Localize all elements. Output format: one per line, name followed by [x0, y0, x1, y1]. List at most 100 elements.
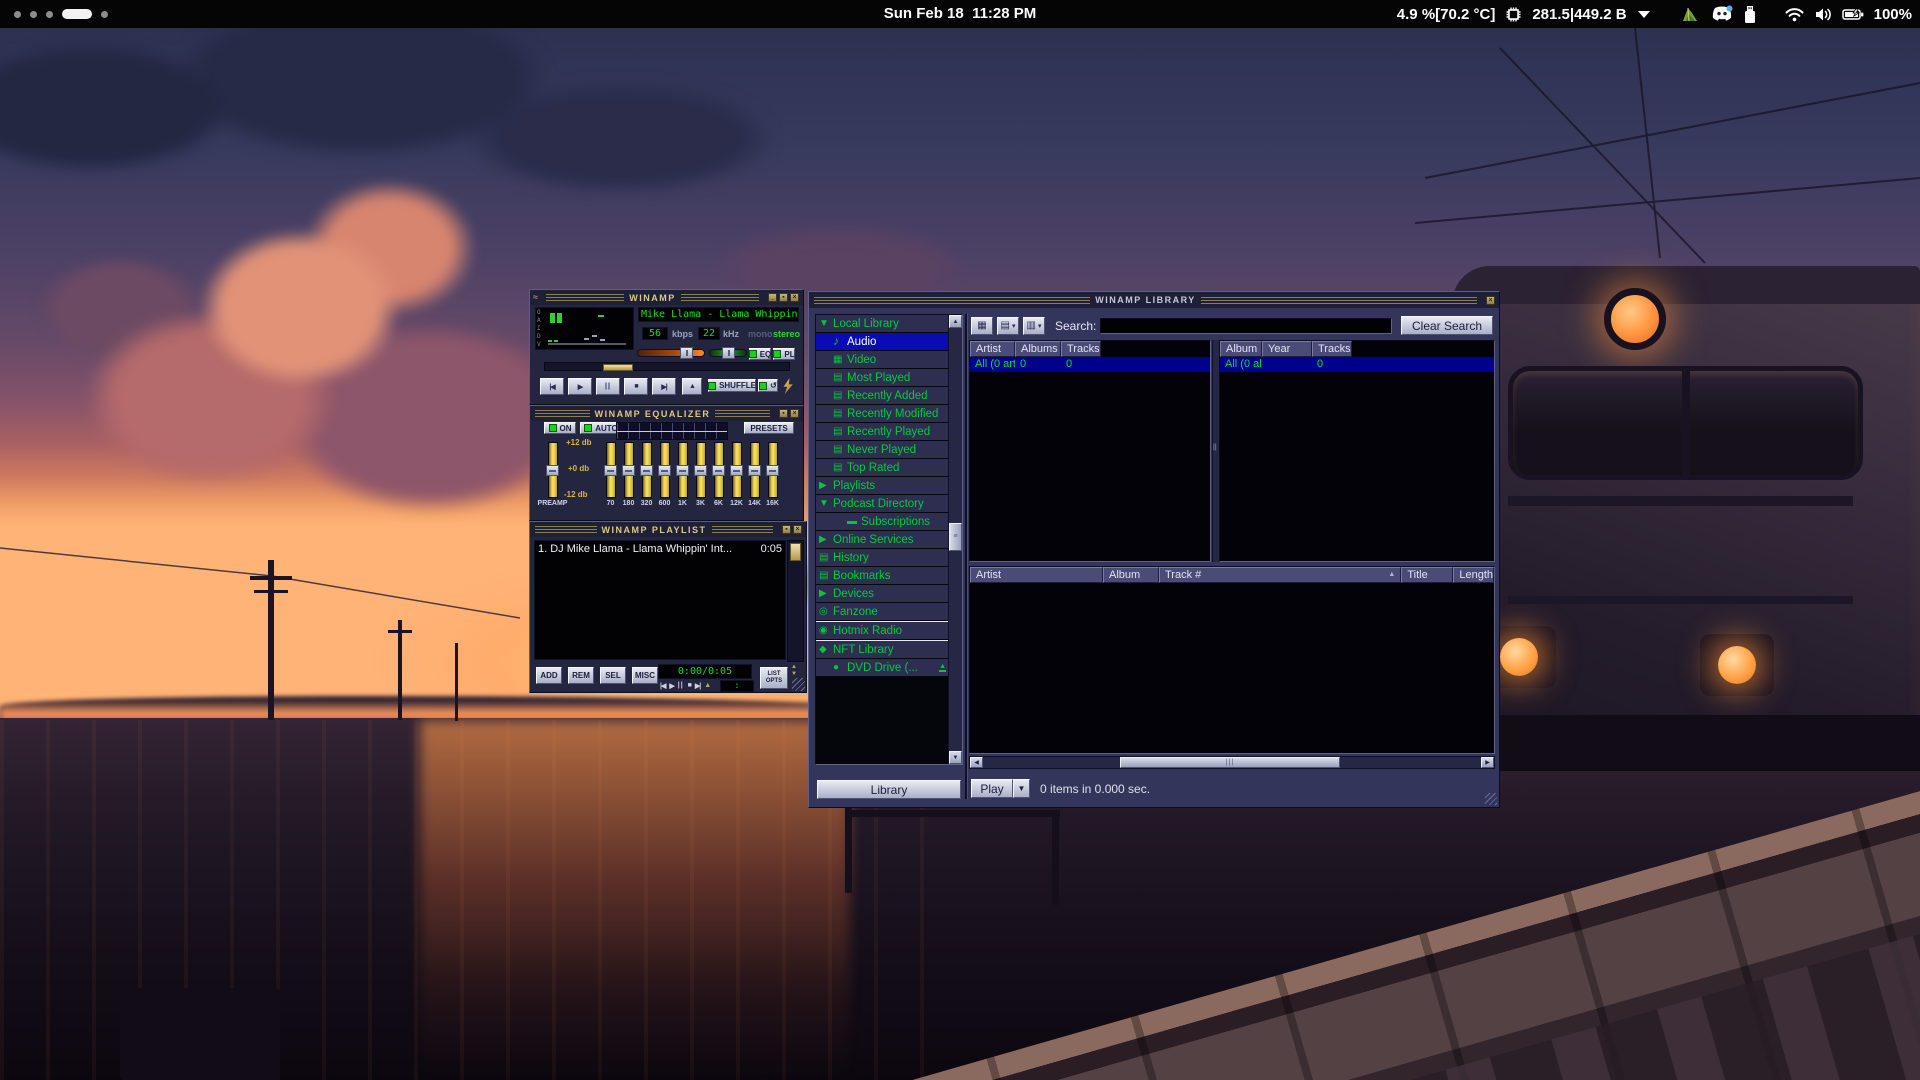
column-header[interactable]: Artist [970, 567, 1103, 583]
shade-button[interactable]: ▪ [779, 293, 788, 302]
tree-scroll-thumb[interactable]: ≡ [949, 523, 962, 551]
close-button[interactable]: × [790, 409, 799, 418]
preamp-thumb[interactable] [546, 465, 559, 476]
equalizer-titlebar[interactable]: WINAMP EQUALIZER ▪ × [530, 406, 803, 421]
playlist-scroll-arrows[interactable]: ▲▼ [791, 664, 797, 677]
eq-band-thumb[interactable] [604, 465, 617, 476]
cpu-usage-text[interactable]: 4.9 %[70.2 °C] [1397, 6, 1496, 23]
play-dropdown-button[interactable]: ▼ [1013, 779, 1030, 798]
eq-band-slider[interactable]: 600 [658, 442, 671, 507]
eq-band-thumb[interactable] [640, 465, 653, 476]
tree-item[interactable]: Fanzone ▲ [816, 603, 949, 621]
toolbar-view-button[interactable] [971, 317, 993, 335]
scroll-up-button[interactable]: ▲ [949, 315, 962, 328]
eq-band-slider[interactable]: 14K [748, 442, 761, 507]
playlist-action-button[interactable]: SEL [600, 667, 626, 684]
minimize-button[interactable]: _ [768, 293, 777, 302]
shuffle-button[interactable]: SHUFFLE [708, 379, 756, 392]
shade-button[interactable]: ▪ [782, 525, 791, 534]
tree-item[interactable]: Devices ▲ [816, 585, 949, 603]
previous-button[interactable] [540, 378, 564, 395]
clutterbar-letter[interactable]: A [537, 317, 541, 324]
clutterbar-letter[interactable]: I [537, 325, 541, 332]
search-input[interactable] [1100, 318, 1392, 334]
eq-on-button[interactable]: ON [544, 422, 576, 434]
artist-row-selected[interactable]: All (0 artists)00 [970, 357, 1210, 372]
tray-usb-device-icon[interactable] [1743, 5, 1757, 24]
eq-band-thumb[interactable] [712, 465, 725, 476]
playlist-action-button[interactable]: ADD [536, 667, 562, 684]
repeat-button[interactable]: ↺ [758, 379, 778, 392]
scroll-left-button[interactable]: ◀ [970, 757, 983, 768]
clutterbar-letter[interactable]: V [537, 341, 541, 348]
panel-divider[interactable] [965, 314, 968, 799]
eq-band-slider[interactable]: 1K [676, 442, 689, 507]
tree-item[interactable]: Playlists ▲ [816, 477, 949, 495]
eq-band-thumb[interactable] [748, 465, 761, 476]
playlist-action-button[interactable]: MISC [632, 667, 658, 684]
tree-item[interactable]: Recently Played ▲ [816, 423, 949, 441]
volume-icon[interactable] [1814, 7, 1832, 22]
network-traffic-text[interactable]: 281.5|449.2 B [1532, 6, 1626, 23]
tray-discord-icon[interactable] [1711, 5, 1733, 23]
seek-thumb[interactable] [603, 364, 633, 371]
clear-search-button[interactable]: Clear Search [1401, 316, 1493, 335]
volume-slider[interactable] [637, 349, 705, 357]
column-header[interactable]: Tracks [1061, 341, 1101, 357]
playlist-entry[interactable]: 1. DJ Mike Llama - Llama Whippin' Int...… [535, 541, 785, 556]
column-header[interactable]: Tracks [1312, 341, 1352, 357]
column-header[interactable]: Albums [1015, 341, 1061, 357]
toolbar-view-button[interactable] [997, 317, 1019, 335]
eq-band-slider[interactable]: 320 [640, 442, 653, 507]
column-header[interactable]: Length [1453, 567, 1494, 583]
eq-band-slider[interactable]: 180 [622, 442, 635, 507]
tree-item[interactable]: Most Played ▲ [816, 369, 949, 387]
dropdown-caret-icon[interactable] [1637, 9, 1651, 19]
play-button[interactable] [568, 378, 592, 395]
playlist-toggle-button[interactable]: PL [773, 348, 795, 360]
tree-item[interactable]: Video ▲ [816, 351, 949, 369]
winamp-titlebar[interactable]: ≈ WINAMP _ ▪ × [530, 290, 803, 305]
tree-item[interactable]: Never Played ▲ [816, 441, 949, 459]
tree-scrollbar[interactable]: ▲ ≡ ▼ [948, 315, 962, 764]
eject-button[interactable] [682, 378, 702, 395]
library-titlebar[interactable]: WINAMP LIBRARY × [809, 292, 1499, 308]
eq-band-thumb[interactable] [658, 465, 671, 476]
column-header[interactable]: Title [1401, 567, 1453, 583]
eq-band-slider[interactable]: 16K [766, 442, 779, 507]
wifi-icon[interactable] [1785, 7, 1804, 22]
tree-item[interactable]: DVD Drive (... ▲ [816, 659, 949, 677]
tree-item[interactable]: Hotmix Radio ▲ [816, 621, 949, 640]
playlist-titlebar[interactable]: WINAMP PLAYLIST ▪ × [530, 522, 806, 537]
volume-thumb[interactable] [680, 347, 693, 359]
tree-item[interactable]: Top Rated ▲ [816, 459, 949, 477]
eq-band-thumb[interactable] [676, 465, 689, 476]
eq-band-slider[interactable]: 6K [712, 442, 725, 507]
eq-band-thumb[interactable] [694, 465, 707, 476]
tree-item[interactable]: Local Library ▲ [816, 315, 949, 333]
playlist-action-button[interactable]: REM [568, 667, 594, 684]
column-header[interactable]: Artist [970, 341, 1015, 357]
mini-previous-icon[interactable] [660, 682, 665, 690]
tree-item[interactable]: Online Services ▲ [816, 531, 949, 549]
eq-toggle-button[interactable]: EQ [749, 348, 771, 360]
resize-grip[interactable] [1485, 793, 1497, 805]
tree-item[interactable]: Recently Added ▲ [816, 387, 949, 405]
mini-next-icon[interactable] [695, 682, 700, 690]
battery-icon[interactable] [1842, 8, 1864, 21]
stop-button[interactable] [624, 378, 648, 395]
column-header[interactable]: Album [1220, 341, 1262, 357]
library-view-button[interactable]: Library [817, 780, 961, 799]
mini-stop-icon[interactable] [688, 682, 691, 690]
tray-mascot-icon[interactable] [1679, 4, 1701, 24]
column-header[interactable]: Year [1262, 341, 1312, 357]
mini-play-icon[interactable] [669, 682, 673, 690]
tree-item[interactable]: Subscriptions ▲ [816, 513, 949, 531]
scroll-right-button[interactable]: ▶ [1481, 757, 1494, 768]
visualizer[interactable]: OAIDV [535, 307, 634, 350]
playlist-scrollbar[interactable] [787, 540, 804, 662]
tree-item[interactable]: Audio ▲ [816, 333, 949, 351]
pause-button[interactable] [596, 378, 620, 395]
tree-item[interactable]: Recently Modified ▲ [816, 405, 949, 423]
balance-slider[interactable] [709, 349, 747, 357]
